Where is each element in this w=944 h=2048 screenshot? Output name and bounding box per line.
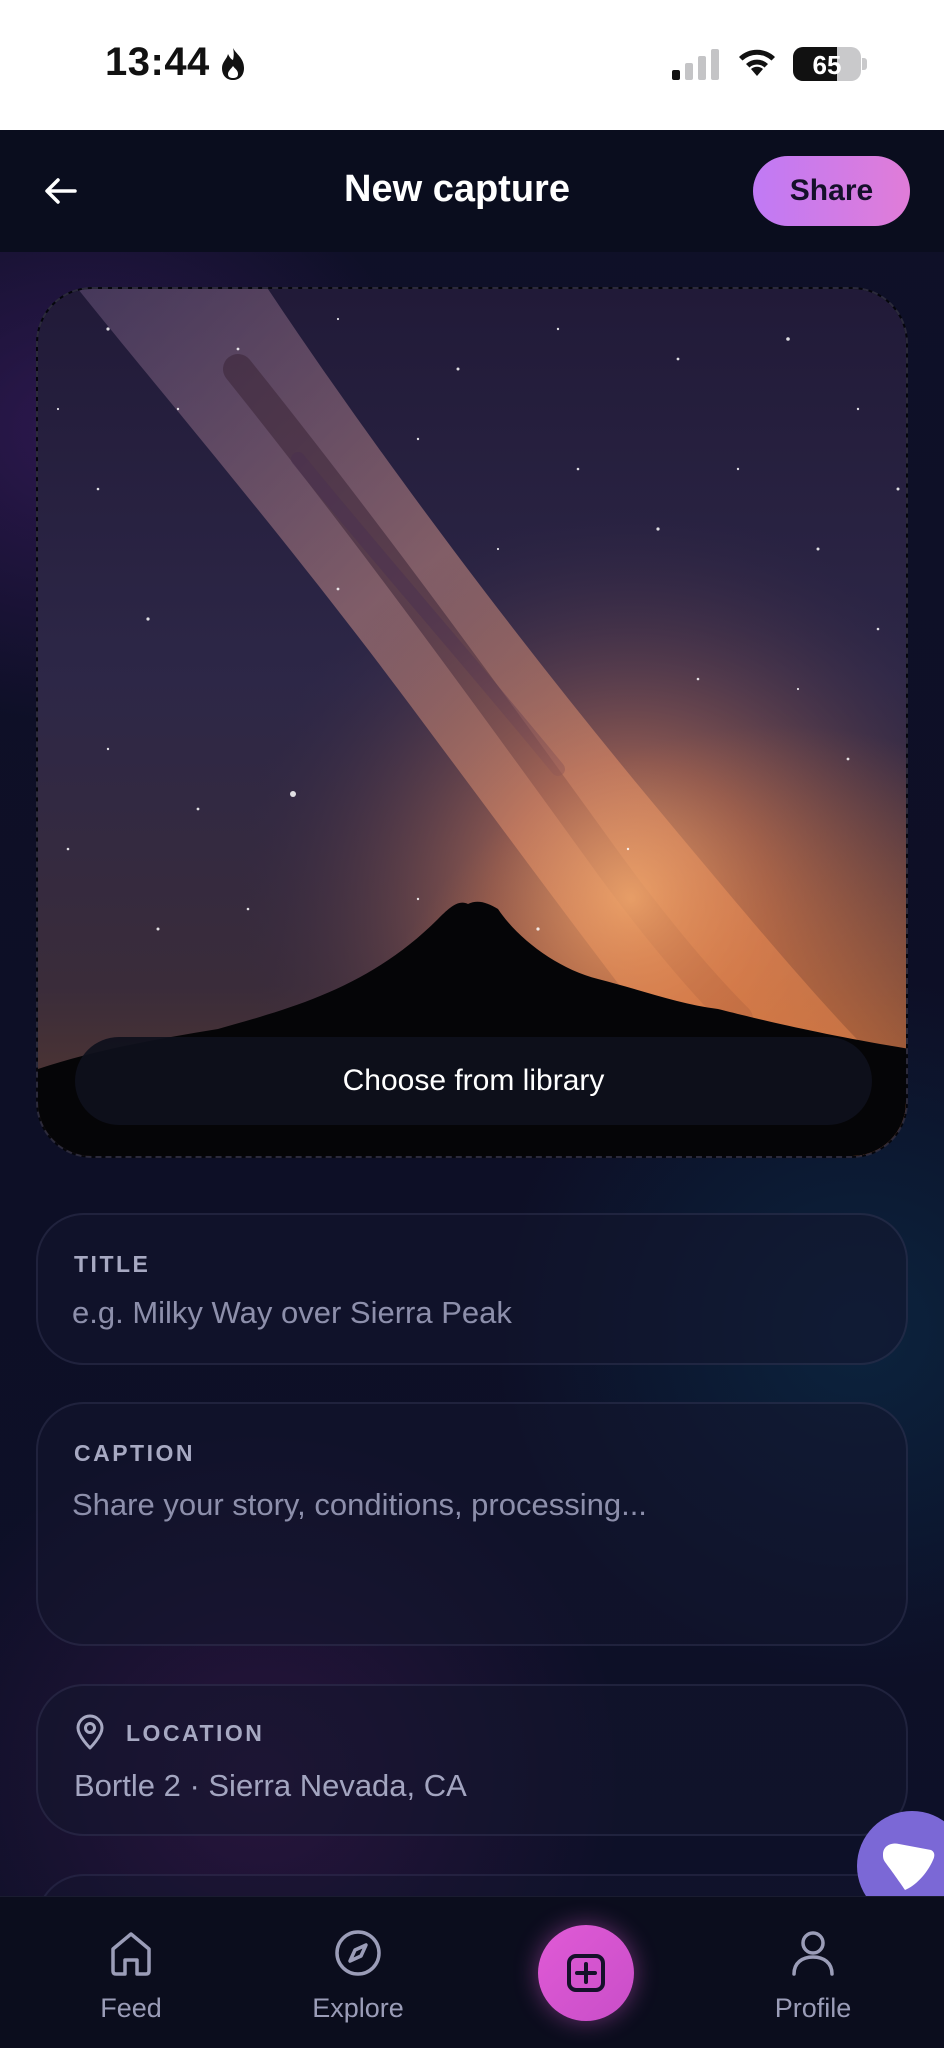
- nav-item-explore[interactable]: Explore: [283, 1927, 433, 2024]
- photo-preview[interactable]: Choose from library: [36, 287, 908, 1158]
- plus-square-icon: [567, 1954, 605, 1992]
- wifi-icon: [739, 49, 775, 76]
- choose-from-library-button[interactable]: Choose from library: [75, 1037, 872, 1125]
- home-icon: [111, 1932, 151, 1976]
- compass-icon: [335, 1930, 381, 1976]
- user-icon: [792, 1931, 834, 1976]
- caption-field-label: CAPTION: [74, 1440, 195, 1466]
- milky-way-photo: [38, 289, 906, 1156]
- battery-nub: [862, 58, 867, 70]
- cellular-signal-icon: [672, 49, 719, 80]
- status-bar: 13:44 65: [0, 0, 944, 130]
- share-button[interactable]: Share: [753, 156, 910, 226]
- nav-item-create[interactable]: [538, 1925, 634, 2021]
- caption-input[interactable]: [72, 1484, 872, 1624]
- shield-heart-icon: [883, 1843, 935, 1890]
- nav-item-feed[interactable]: Feed: [56, 1927, 206, 2024]
- caption-field[interactable]: CAPTION: [36, 1402, 908, 1646]
- battery-level: 65: [812, 50, 842, 80]
- map-pin-icon: [76, 1714, 104, 1750]
- status-time: 13:44: [105, 40, 210, 84]
- nav-label-feed: Feed: [100, 1993, 162, 2023]
- location-field[interactable]: LOCATION Bortle 2 · Sierra Nevada, CA: [36, 1684, 908, 1836]
- nav-label-profile: Profile: [774, 1993, 852, 2023]
- nav-label-explore: Explore: [312, 1993, 404, 2023]
- title-field-label: TITLE: [74, 1251, 151, 1277]
- nav-item-profile[interactable]: Profile: [738, 1927, 888, 2024]
- bottom-navigation: Feed Explore Profile: [0, 1896, 944, 2048]
- battery-indicator: 65: [793, 47, 861, 81]
- top-app-bar: New capture Share: [0, 130, 944, 252]
- location-field-label: LOCATION: [126, 1720, 265, 1746]
- title-input[interactable]: [72, 1291, 872, 1335]
- flame-icon: [222, 48, 244, 80]
- title-field[interactable]: TITLE: [36, 1213, 908, 1365]
- location-value: Bortle 2 · Sierra Nevada, CA: [74, 1768, 467, 1803]
